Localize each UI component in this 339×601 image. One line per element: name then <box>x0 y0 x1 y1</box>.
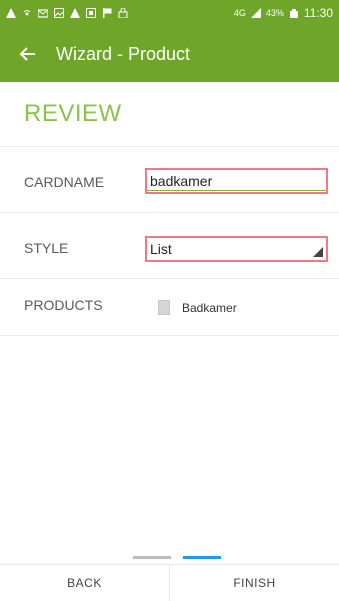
image-icon <box>54 8 64 18</box>
battery-icon <box>289 9 298 18</box>
divider <box>0 212 339 213</box>
signal-icon <box>250 8 261 18</box>
system-status: 4G 43% 11:30 <box>234 6 333 20</box>
clock: 11:30 <box>303 6 333 20</box>
cardname-label: CARDNAME <box>24 174 105 190</box>
app-bar: Wizard - Product <box>0 26 339 82</box>
hotspot-icon <box>23 10 31 16</box>
mail-icon <box>38 9 48 18</box>
screenshot-icon <box>86 8 96 18</box>
cardname-value: badkamer <box>150 173 213 189</box>
notification-icons <box>6 8 128 18</box>
divider <box>0 335 339 336</box>
product-item[interactable]: Badkamer <box>158 300 237 315</box>
input-underline <box>147 190 326 191</box>
back-arrow-icon <box>19 47 35 61</box>
product-checkbox[interactable] <box>158 300 170 315</box>
products-label: PRODUCTS <box>24 297 103 313</box>
bottom-nav: BACK FINISH <box>0 564 339 601</box>
network-type: 4G <box>233 8 246 18</box>
product-item-label: Badkamer <box>182 300 237 315</box>
cardname-input[interactable]: badkamer <box>145 168 328 194</box>
back-button[interactable]: BACK <box>0 565 169 601</box>
style-value: List <box>150 241 172 257</box>
dropdown-arrow-icon <box>313 247 323 257</box>
divider <box>0 278 339 279</box>
lock-icon <box>118 8 128 18</box>
flag-icon <box>103 8 112 18</box>
divider <box>0 146 339 147</box>
pager-dot-2 <box>183 556 221 559</box>
warning-icon <box>6 8 16 18</box>
finish-button[interactable]: FINISH <box>170 565 339 601</box>
back-arrow-button[interactable] <box>0 26 56 82</box>
app-bar-title: Wizard - Product <box>56 43 191 64</box>
style-select[interactable]: List <box>145 236 328 262</box>
battery-percent: 43% <box>265 8 284 18</box>
pager-dot-1 <box>133 556 171 559</box>
style-label: STYLE <box>24 240 69 256</box>
section-title: REVIEW <box>24 100 122 127</box>
status-bar: 4G 43% 11:30 <box>0 0 339 26</box>
warning-icon <box>70 8 80 18</box>
